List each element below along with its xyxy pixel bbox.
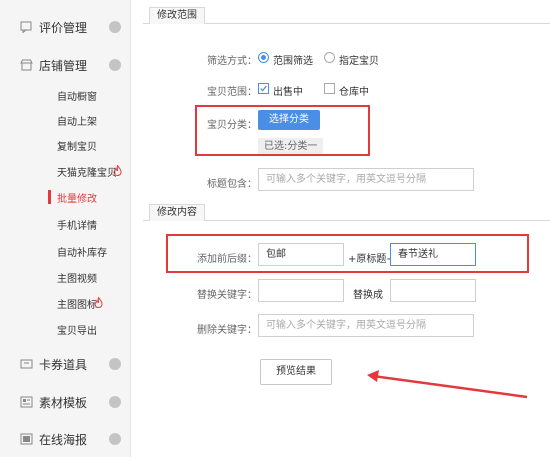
nav-group-templates[interactable]: 素材模板 bbox=[0, 387, 131, 417]
replace-keyword-input[interactable] bbox=[258, 279, 344, 302]
delete-keyword-label: 删除关键字： bbox=[197, 325, 257, 336]
nav-group-label: 素材模板 bbox=[39, 395, 88, 410]
section-header-content: 修改内容 bbox=[143, 204, 550, 221]
title-contains-input[interactable]: 可输入多个关键字，用英文逗号分隔 bbox=[258, 168, 474, 191]
sidebar: 评价管理 店铺管理 自动橱窗 自动上架 复制宝贝 天猫克隆宝贝 批量修改 手机详… bbox=[0, 0, 131, 457]
sidebar-item-label: 手机详情 bbox=[57, 220, 97, 232]
sidebar-item-label: 主图图标 bbox=[57, 299, 97, 311]
radio-range-filter[interactable] bbox=[258, 52, 269, 63]
sidebar-item-export[interactable]: 宝贝导出 bbox=[0, 318, 131, 340]
sidebar-item-auto-restock[interactable]: 自动补库存 bbox=[0, 240, 131, 262]
sidebar-item-tmall-clone[interactable]: 天猫克隆宝贝 bbox=[0, 160, 131, 182]
app-root: 评价管理 店铺管理 自动橱窗 自动上架 复制宝贝 天猫克隆宝贝 批量修改 手机详… bbox=[0, 0, 550, 457]
checkbox-warehouse[interactable] bbox=[324, 83, 335, 94]
active-indicator bbox=[48, 190, 51, 204]
sidebar-item-label: 自动补库存 bbox=[57, 247, 107, 259]
nav-group-label: 在线海报 bbox=[39, 432, 88, 447]
sidebar-item-label: 主图视频 bbox=[57, 273, 97, 285]
sidebar-item-auto-listing[interactable]: 自动上架 bbox=[0, 109, 131, 131]
expand-circle-icon bbox=[109, 396, 121, 408]
sidebar-item-batch-edit[interactable]: 批量修改 bbox=[0, 186, 131, 208]
review-icon bbox=[20, 21, 32, 33]
preview-result-button[interactable]: 预览结果 bbox=[260, 359, 332, 385]
replace-keyword-label: 替换关键字： bbox=[197, 290, 257, 301]
sidebar-item-mobile-detail[interactable]: 手机详情 bbox=[0, 213, 131, 235]
expand-circle-icon bbox=[109, 358, 121, 370]
checkbox-on-sale[interactable] bbox=[258, 83, 269, 94]
sidebar-item-copy-item[interactable]: 复制宝贝 bbox=[0, 134, 131, 156]
sidebar-item-label: 批量修改 bbox=[57, 193, 97, 205]
section-title: 修改范围 bbox=[149, 7, 205, 24]
sidebar-item-label: 宝贝导出 bbox=[57, 325, 97, 337]
store-icon bbox=[20, 59, 33, 71]
sidebar-item-main-video[interactable]: 主图视频 bbox=[0, 266, 131, 288]
template-icon bbox=[20, 396, 33, 408]
nav-group-label: 卡券道具 bbox=[39, 357, 88, 372]
nav-group-reviews[interactable]: 评价管理 bbox=[0, 12, 131, 42]
section-title: 修改内容 bbox=[149, 204, 205, 221]
replace-with-label: 替换成 bbox=[353, 290, 383, 301]
delete-keyword-input[interactable]: 可输入多个关键字，用英文逗号分隔 bbox=[258, 314, 474, 337]
highlight-box-prefix-suffix bbox=[166, 234, 529, 273]
sidebar-item-label: 复制宝贝 bbox=[57, 141, 97, 153]
sidebar-item-label: 天猫克隆宝贝 bbox=[57, 167, 117, 179]
checkbox-label: 出售中 bbox=[273, 87, 303, 98]
annotation-arrow-icon bbox=[367, 370, 528, 399]
expand-circle-icon bbox=[109, 433, 121, 445]
replace-with-input[interactable] bbox=[390, 279, 476, 302]
check-mark-icon bbox=[260, 85, 267, 92]
filter-method-label: 筛选方式： bbox=[207, 56, 257, 67]
nav-group-label: 店铺管理 bbox=[39, 58, 88, 73]
nav-group-label: 评价管理 bbox=[39, 20, 88, 35]
highlight-box-category bbox=[195, 105, 370, 156]
radio-label: 范围筛选 bbox=[273, 56, 313, 67]
nav-group-coupons[interactable]: 卡券道具 bbox=[0, 349, 131, 379]
sidebar-item-label: 自动上架 bbox=[57, 116, 97, 128]
radio-specific-items[interactable] bbox=[324, 52, 335, 63]
title-contains-label: 标题包含： bbox=[207, 179, 257, 190]
item-range-label: 宝贝范围： bbox=[207, 87, 257, 98]
nav-group-posters[interactable]: 在线海报 bbox=[0, 424, 131, 454]
sidebar-item-auto-showcase[interactable]: 自动橱窗 bbox=[0, 84, 131, 106]
poster-icon bbox=[20, 433, 33, 445]
checkbox-label: 仓库中 bbox=[339, 87, 369, 98]
radio-label: 指定宝贝 bbox=[339, 56, 379, 67]
nav-group-store[interactable]: 店铺管理 bbox=[0, 50, 131, 80]
sidebar-item-main-icon[interactable]: 主图图标 bbox=[0, 292, 131, 314]
hot-flame-icon bbox=[113, 165, 122, 176]
collapse-circle-icon bbox=[109, 59, 121, 71]
coupon-icon bbox=[20, 359, 33, 369]
section-header-scope: 修改范围 bbox=[143, 7, 550, 24]
expand-circle-icon bbox=[109, 21, 121, 33]
hot-flame-icon bbox=[94, 297, 103, 308]
main-panel: 修改范围 筛选方式： 范围筛选 指定宝贝 宝贝范围： 出售中 仓库中 宝贝分类：… bbox=[131, 0, 550, 457]
sidebar-item-label: 自动橱窗 bbox=[57, 91, 97, 103]
